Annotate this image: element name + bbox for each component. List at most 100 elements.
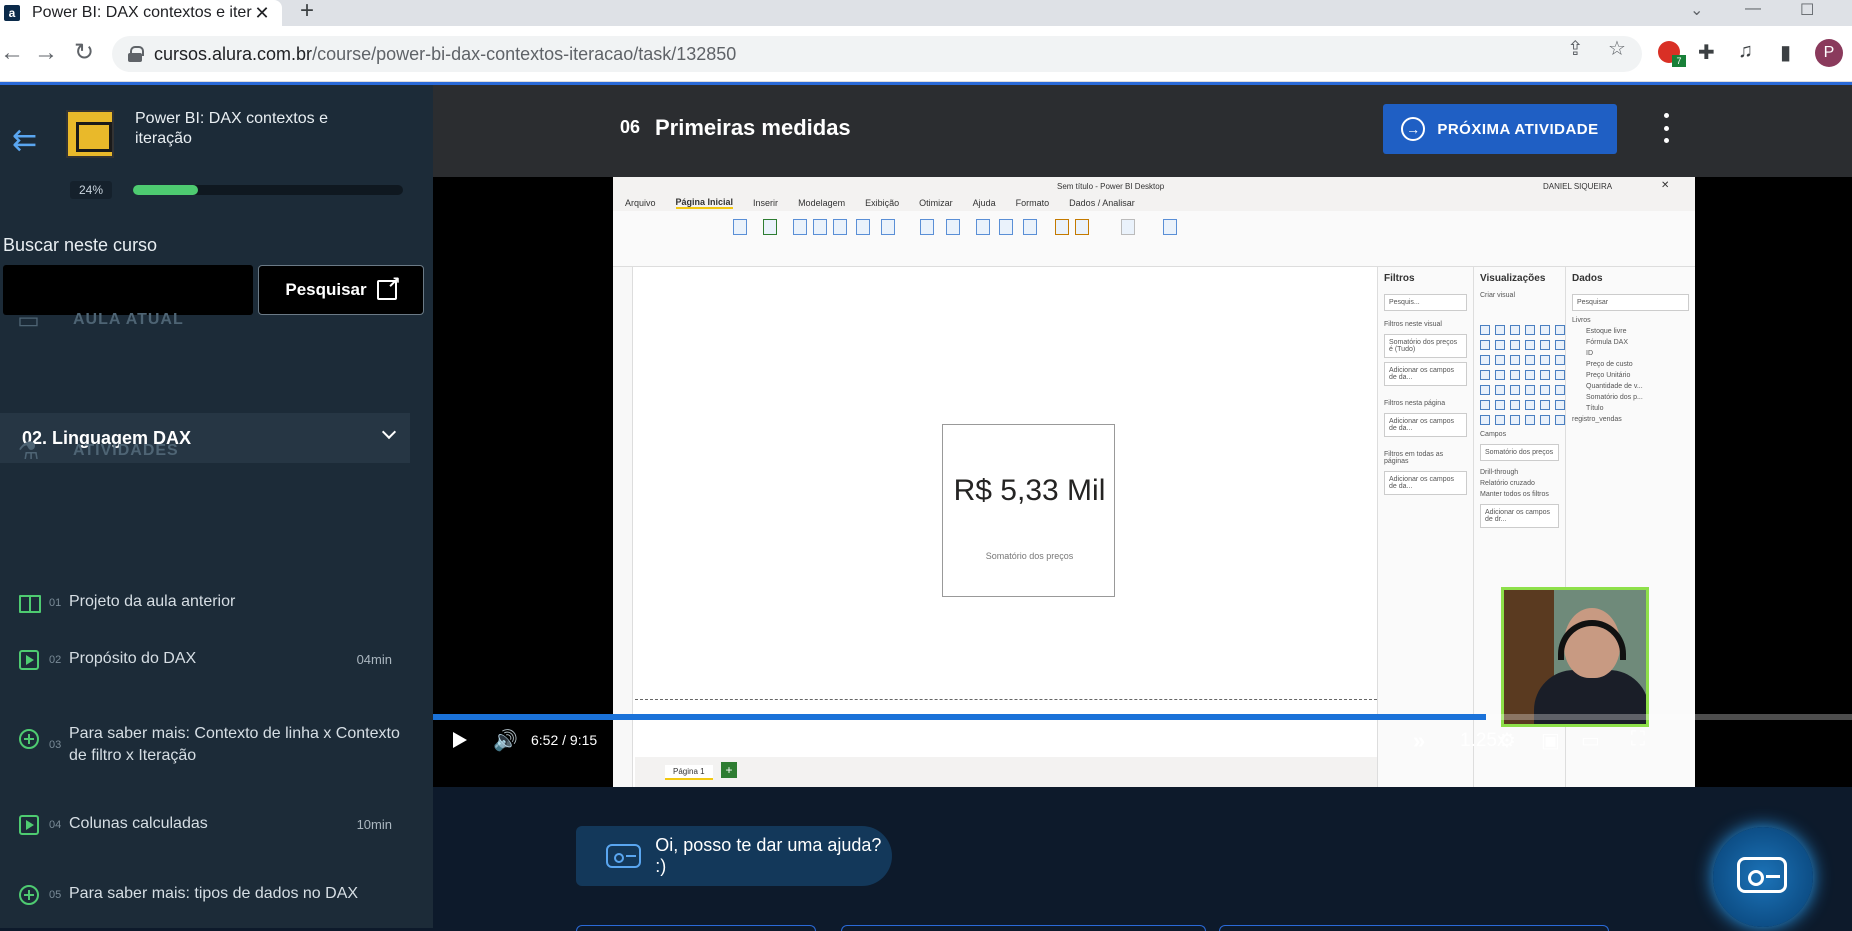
extensions-puzzle-icon[interactable]: ✚ — [1698, 40, 1715, 65]
viz-fields-label: Campos — [1480, 431, 1507, 438]
viz-icon-grid — [1474, 321, 1565, 429]
play-icon[interactable] — [453, 732, 467, 748]
pbi-menu-item: Arquivo — [625, 198, 656, 208]
keep-filters-label: Manter todos os filtros — [1480, 491, 1549, 498]
pbi-menu-item: Exibição — [865, 198, 900, 208]
sql-icon — [813, 219, 827, 235]
alura-favicon: a — [4, 5, 20, 21]
course-progress-fill — [133, 185, 198, 195]
forward-arrow-icon[interactable]: → — [34, 40, 58, 66]
chatbot-icon — [1737, 857, 1787, 893]
play-icon — [19, 815, 39, 835]
theater-mode-icon[interactable]: ▭ — [1581, 728, 1600, 753]
volume-icon[interactable]: 🔊 — [493, 728, 518, 753]
pbi-user: DANIEL SIQUEIRA — [1543, 182, 1613, 191]
pbi-report-canvas: R$ 5,33 Mil Somatório dos preços — [635, 269, 1377, 699]
add-page-icon: + — [721, 762, 737, 778]
content-card[interactable] — [841, 925, 1206, 931]
chat-message: Oi, posso te dar uma ajuda? :) — [655, 835, 882, 876]
activity-item[interactable]: 05 Para saber mais: tipos de dados no DA… — [0, 883, 410, 905]
sensitivity-icon — [1121, 219, 1135, 235]
course-progress-bar — [133, 185, 403, 195]
new-visual-icon — [976, 219, 990, 235]
star-icon[interactable]: ☆ — [1608, 36, 1626, 61]
add-fields-box: Adicionar os campos de da... — [1384, 471, 1467, 495]
content-card[interactable] — [1219, 925, 1609, 931]
plus-circle-icon — [19, 885, 39, 905]
more-options-icon[interactable] — [1663, 113, 1669, 143]
video-time: 6:52 / 9:15 — [531, 732, 597, 748]
filters-all-label: Filtros em todas as páginas — [1384, 451, 1444, 465]
new-tab-icon[interactable]: + — [300, 0, 314, 23]
browser-tab[interactable]: a Power BI: DAX contextos e iteraç ✕ — [0, 0, 282, 26]
sources-icon — [881, 219, 895, 235]
total-time: 9:15 — [569, 732, 598, 748]
flask-icon: ⚗ — [17, 437, 41, 465]
cross-report-label: Relatório cruzado — [1480, 480, 1535, 487]
gear-icon[interactable]: ⚙ — [1498, 728, 1516, 753]
activity-item[interactable]: 04 Colunas calculadas 10min — [0, 813, 410, 835]
add-fields-box: Adicionar os campos de da... — [1384, 362, 1467, 386]
data-field: ID — [1586, 350, 1593, 357]
help-chat-bubble[interactable]: Oi, posso te dar uma ajuda? :) — [576, 826, 892, 886]
data-table: Livros — [1572, 317, 1591, 324]
url-host: cursos.alura.com.br — [154, 43, 313, 64]
picture-in-picture-icon[interactable]: ▣ — [1541, 728, 1560, 753]
pbi-ribbon — [613, 211, 1695, 267]
transform-icon — [920, 219, 934, 235]
maximize-icon[interactable]: ☐ — [1800, 0, 1814, 20]
data-table: registro_vendas — [1572, 416, 1622, 423]
pbi-page-tab: Página 1 — [665, 765, 713, 780]
address-bar: ← → ↻ cursos.alura.com.br/course/power-b… — [0, 26, 1852, 82]
minimize-icon[interactable]: — — [1745, 0, 1761, 18]
course-title[interactable]: Power BI: DAX contextos e iteração — [135, 109, 375, 149]
side-panel-icon[interactable]: ▮ — [1780, 40, 1791, 65]
card-label: Somatório dos preços — [985, 551, 1074, 561]
drill-label: Drill-through — [1480, 469, 1519, 476]
pbi-menu-item: Formato — [1015, 198, 1050, 208]
pbi-menu-bar: Arquivo Página Inicial Inserir Modelagem… — [613, 195, 1695, 211]
filters-title: Filtros — [1384, 273, 1415, 284]
viz-field-value: Somatório dos preços — [1480, 444, 1559, 461]
activity-number: 02 — [49, 654, 62, 666]
close-tab-icon[interactable]: ✕ — [252, 3, 272, 24]
activity-item[interactable]: 03 Para saber mais: Contexto de linha x … — [0, 725, 410, 767]
profile-avatar[interactable]: P — [1815, 39, 1843, 67]
progress-percent: 24% — [70, 181, 112, 199]
data-field: Preço Unitário — [1586, 372, 1631, 379]
share-icon[interactable]: ⇪ — [1567, 36, 1584, 61]
get-data-icon — [733, 219, 747, 235]
fullscreen-icon[interactable]: ⛶ — [1631, 728, 1645, 751]
add-drill-box: Adicionar os campos de dr... — [1480, 504, 1559, 528]
reload-icon[interactable]: ↻ — [74, 40, 94, 66]
chatbot-button[interactable] — [1713, 827, 1813, 927]
pbi-view-switcher — [613, 267, 633, 787]
search-label: Buscar neste curso — [3, 235, 158, 255]
extension-badge: 7 — [1672, 55, 1686, 67]
more-visuals-icon — [1023, 219, 1037, 235]
collapse-menu-icon[interactable]: ⇇ — [12, 123, 37, 158]
activity-item[interactable]: 01 Projeto da aula anterior — [0, 591, 410, 613]
activity-header: 06 Primeiras medidas → PRÓXIMA ATIVIDADE — [433, 85, 1852, 177]
video-player[interactable]: Sem título - Power BI Desktop DANIEL SIQ… — [433, 177, 1852, 787]
pbi-menu-item: Otimizar — [919, 198, 953, 208]
pbi-card-visual: R$ 5,33 Mil Somatório dos preços — [942, 424, 1115, 597]
activity-item[interactable]: 02 Propósito do DAX 04min — [0, 648, 410, 670]
excel-icon — [763, 219, 777, 235]
course-logo-icon — [66, 110, 114, 158]
content-card[interactable] — [576, 925, 816, 931]
activity-duration: 10min — [356, 817, 392, 832]
skip-forward-icon[interactable]: » — [1413, 728, 1425, 754]
next-activity-button[interactable]: → PRÓXIMA ATIVIDADE — [1383, 104, 1617, 154]
media-icon[interactable]: ♫ — [1738, 40, 1753, 63]
data-search: Pesquisar — [1572, 294, 1689, 311]
back-arrow-icon[interactable]: ← — [0, 40, 24, 66]
chevron-down-icon[interactable]: ⌄ — [1690, 0, 1703, 20]
activity-title: Propósito do DAX — [69, 650, 197, 667]
tab-title: Power BI: DAX contextos e iteraç — [32, 4, 252, 21]
activity-title: Primeiras medidas — [655, 115, 851, 140]
url-field[interactable]: cursos.alura.com.br/course/power-bi-dax-… — [112, 36, 1642, 72]
activity-duration: 04min — [356, 652, 392, 667]
activity-title: Para saber mais: Contexto de linha x Con… — [69, 725, 400, 764]
main-content: 06 Primeiras medidas → PRÓXIMA ATIVIDADE… — [433, 85, 1852, 931]
